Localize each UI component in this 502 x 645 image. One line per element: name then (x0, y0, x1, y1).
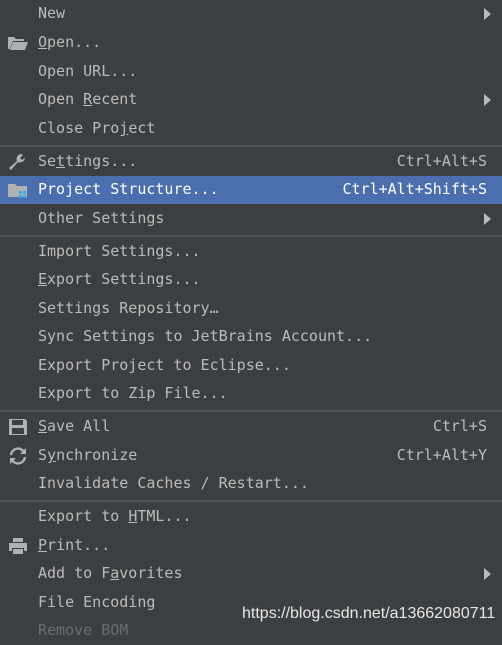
menu-item-add-to-favorites[interactable]: Add to Favorites (0, 560, 502, 588)
save-icon (9, 419, 27, 435)
menu-item-synchronize[interactable]: Synchronize Ctrl+Alt+Y (0, 442, 502, 470)
menu-item-label: Other Settings (38, 209, 165, 227)
folder-open-icon (8, 37, 28, 50)
menu-item-label: Settings... (38, 152, 138, 170)
menu-item-label: File Encoding (38, 593, 156, 611)
menu-item-open[interactable]: Open... (0, 29, 502, 57)
menu-item-export-html[interactable]: Export to HTML... (0, 503, 502, 531)
menu-item-label: Export Project to Eclipse... (38, 356, 291, 374)
submenu-arrow-icon (484, 568, 491, 580)
menu-item-label: Synchronize (38, 446, 138, 464)
menu-item-project-structure[interactable]: Project Structure... Ctrl+Alt+Shift+S (0, 176, 502, 204)
menu-item-print[interactable]: Print... (0, 532, 502, 560)
menu-item-close-project[interactable]: Close Project (0, 115, 502, 143)
menu-item-label: Open URL... (38, 62, 138, 80)
menu-item-settings-repository[interactable]: Settings Repository… (0, 295, 502, 323)
menu-item-import-settings[interactable]: Import Settings... (0, 238, 502, 266)
menu-item-label: Save All (38, 417, 111, 435)
menu-item-save-all[interactable]: Save All Ctrl+S (0, 413, 502, 441)
menu-item-open-url[interactable]: Open URL... (0, 58, 502, 86)
wrench-icon (9, 154, 25, 170)
menu-item-label: Export Settings... (38, 270, 201, 288)
menu-item-other-settings[interactable]: Other Settings (0, 205, 502, 233)
menu-item-label: New (38, 4, 66, 22)
menu-separator (0, 145, 502, 147)
menu-item-new[interactable]: New (0, 0, 502, 28)
menu-item-open-recent[interactable]: Open Recent (0, 86, 502, 114)
menu-item-label: Project Structure... (38, 180, 219, 198)
menu-item-label: Sync Settings to JetBrains Account... (38, 327, 373, 345)
submenu-arrow-icon (484, 94, 491, 106)
sync-icon (9, 447, 27, 465)
printer-icon (9, 538, 27, 554)
menu-item-export-zip[interactable]: Export to Zip File... (0, 380, 502, 408)
menu-item-label: Export to HTML... (38, 507, 192, 525)
menu-item-label: Close Project (38, 119, 156, 137)
menu-item-label: Print... (38, 536, 111, 554)
menu-item-label: Invalidate Caches / Restart... (38, 474, 309, 492)
menu-item-label: Import Settings... (38, 242, 201, 260)
menu-item-settings[interactable]: Settings... Ctrl+Alt+S (0, 148, 502, 176)
menu-item-shortcut: Ctrl+Alt+S (396, 152, 487, 170)
menu-separator (0, 410, 502, 412)
submenu-arrow-icon (484, 8, 491, 20)
menu-item-shortcut: Ctrl+Alt+Shift+S (342, 180, 488, 198)
menu-separator (0, 500, 502, 502)
menu-item-label: Remove BOM (38, 621, 129, 639)
menu-separator (0, 235, 502, 237)
project-structure-folder-icon (8, 184, 27, 198)
menu-item-shortcut: Ctrl+Alt+Y (396, 446, 487, 464)
menu-item-label: Open... (38, 33, 102, 51)
menu-item-label: Open Recent (38, 90, 138, 108)
menu-item-label: Settings Repository… (38, 299, 219, 317)
file-menu: New Open... Open URL... Open Recent Clos… (0, 0, 502, 639)
menu-item-invalidate-caches[interactable]: Invalidate Caches / Restart... (0, 470, 502, 498)
menu-item-sync-settings[interactable]: Sync Settings to JetBrains Account... (0, 323, 502, 351)
menu-item-label: Export to Zip File... (38, 384, 228, 402)
menu-item-export-settings[interactable]: Export Settings... (0, 266, 502, 294)
watermark-text: https://blog.csdn.net/a13662080711 (242, 605, 496, 622)
submenu-arrow-icon (484, 213, 491, 225)
menu-item-export-eclipse[interactable]: Export Project to Eclipse... (0, 352, 502, 380)
menu-item-shortcut: Ctrl+S (432, 417, 487, 435)
menu-item-label: Add to Favorites (38, 564, 183, 582)
